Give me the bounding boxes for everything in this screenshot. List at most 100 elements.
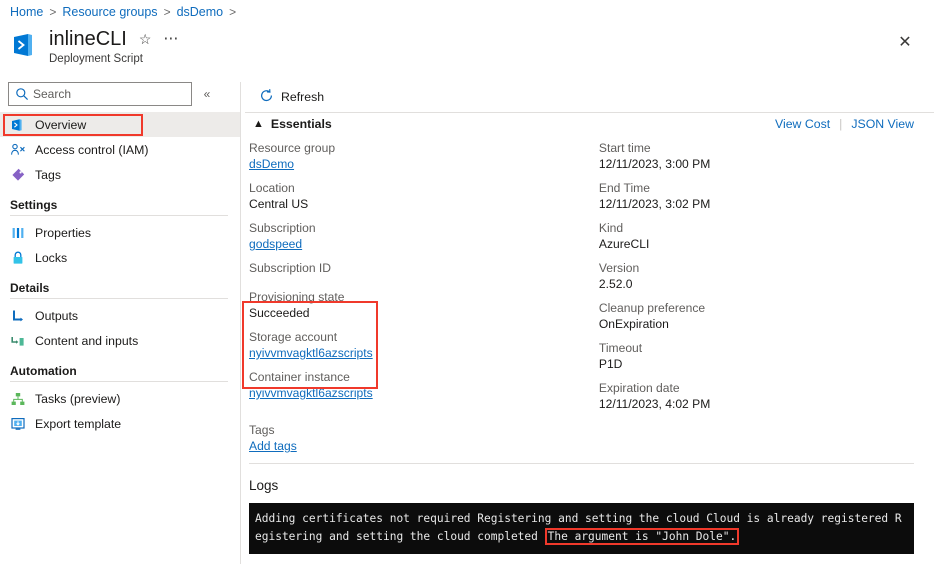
sidebar-item-label: Overview: [35, 117, 87, 132]
field-value: godspeed: [249, 236, 599, 252]
resource-group-link[interactable]: dsDemo: [249, 157, 294, 171]
essentials-right-column: Start time 12/11/2023, 3:00 PM End Time …: [599, 141, 934, 421]
sidebar-item-overview[interactable]: Overview: [0, 112, 240, 137]
star-outline-icon[interactable]: ☆: [139, 29, 152, 49]
essentials-toggle[interactable]: ▲ Essentials: [253, 117, 332, 131]
refresh-button[interactable]: Refresh: [253, 85, 330, 109]
resource-type-subtitle: Deployment Script: [49, 53, 143, 65]
tags-label: Tags: [249, 423, 275, 437]
field-storage-account: Storage account nyivvmvagktl6azscripts: [249, 330, 599, 361]
sidebar-group-divider: [10, 298, 228, 299]
field-end-time: End Time 12/11/2023, 3:02 PM: [599, 181, 934, 212]
breadcrumb: Home > Resource groups > dsDemo >: [10, 5, 236, 19]
add-tags-link[interactable]: Add tags: [249, 439, 297, 453]
tags-value: Add tags: [249, 438, 934, 454]
field-subscription: Subscription godspeed: [249, 221, 599, 252]
sidebar-item-tasks[interactable]: Tasks (preview): [0, 386, 240, 411]
field-start-time: Start time 12/11/2023, 3:00 PM: [599, 141, 934, 172]
field-resource-group: Resource group dsDemo: [249, 141, 599, 172]
field-label: Location: [249, 181, 295, 195]
container-instance-link[interactable]: nyivvmvagktl6azscripts: [249, 386, 373, 400]
field-value: P1D: [598, 357, 623, 371]
essentials-links: View Cost | JSON View: [775, 117, 914, 131]
log-highlighted-text: The argument is "John Dole".: [544, 528, 740, 545]
field-label: Kind: [598, 221, 624, 235]
people-icon: [10, 142, 26, 158]
field-value: Central US: [249, 197, 309, 211]
field-value: OnExpiration: [598, 317, 669, 331]
field-cleanup-preference: Cleanup preference OnExpiration: [599, 301, 934, 332]
field-label: Container instance: [249, 370, 350, 384]
chevron-up-icon: ▲: [253, 118, 264, 130]
sidebar-item-locks[interactable]: Locks: [0, 245, 240, 270]
sidebar-nav-list: Overview Access control (IAM) Tags Setti…: [0, 112, 240, 436]
refresh-label: Refresh: [281, 90, 325, 104]
field-value: 12/11/2023, 3:00 PM: [598, 157, 711, 171]
sidebar-item-tags[interactable]: Tags: [0, 162, 240, 187]
sidebar: « Overview: [0, 82, 240, 564]
field-container-instance: Container instance nyivvmvagktl6azscript…: [249, 370, 599, 401]
ellipsis-icon[interactable]: ⋯: [163, 31, 179, 46]
essentials-label: Essentials: [270, 117, 332, 131]
resource-header: inlineCLI ☆ ⋯ Deployment Script: [10, 28, 179, 65]
field-kind: Kind AzureCLI: [599, 221, 934, 252]
tags-block: Tags Add tags: [241, 421, 934, 454]
breadcrumb-separator: >: [163, 5, 171, 19]
logs-title: Logs: [249, 478, 279, 493]
field-label: Storage account: [249, 330, 338, 344]
essentials-left-column: Resource group dsDemo Location Central U…: [249, 141, 599, 421]
sidebar-group-divider: [10, 381, 228, 382]
close-icon[interactable]: ✕: [896, 34, 914, 52]
chevron-double-left-icon[interactable]: «: [198, 84, 216, 104]
sidebar-item-label: Tags: [35, 167, 61, 182]
sidebar-item-export-template[interactable]: Export template: [0, 411, 240, 436]
field-value: nyivvmvagktl6azscripts: [249, 385, 599, 401]
sidebar-item-outputs[interactable]: Outputs: [0, 303, 240, 328]
breadcrumb-item-resource-groups[interactable]: Resource groups: [62, 5, 157, 19]
breadcrumb-item-home[interactable]: Home: [10, 5, 43, 19]
storage-account-link[interactable]: nyivvmvagktl6azscripts: [249, 346, 373, 360]
view-cost-link[interactable]: View Cost: [775, 117, 830, 131]
sidebar-item-content-and-inputs[interactable]: Content and inputs: [0, 328, 240, 353]
field-label: Provisioning state: [249, 290, 345, 304]
breadcrumb-separator: >: [229, 5, 237, 19]
lock-icon: [10, 250, 26, 266]
deployment-script-icon: [10, 117, 26, 133]
field-location: Location Central US: [249, 181, 599, 212]
tag-icon: [10, 167, 26, 183]
sidebar-item-properties[interactable]: Properties: [0, 220, 240, 245]
field-label: Timeout: [598, 341, 643, 355]
field-provisioning-state: Provisioning state Succeeded: [249, 290, 599, 321]
title-texts: inlineCLI ☆ ⋯ Deployment Script: [49, 28, 179, 65]
essentials-grid: Resource group dsDemo Location Central U…: [241, 135, 934, 421]
field-version: Version 2.52.0: [599, 261, 934, 292]
refresh-icon: [259, 88, 274, 106]
field-value: 12/11/2023, 3:02 PM: [598, 197, 711, 211]
sidebar-group-settings-title: Settings: [10, 198, 58, 212]
sidebar-item-label: Content and inputs: [35, 333, 139, 348]
search-input[interactable]: [9, 86, 191, 102]
field-value: 12/11/2023, 4:02 PM: [598, 397, 711, 411]
properties-icon: [10, 225, 26, 241]
field-label: Subscription ID: [249, 261, 332, 275]
breadcrumb-separator: >: [49, 5, 57, 19]
page-title: inlineCLI: [49, 28, 127, 50]
azure-portal-blade: Home > Resource groups > dsDemo > inline…: [0, 0, 934, 564]
subscription-link[interactable]: godspeed: [249, 237, 302, 251]
main-content: Refresh ▲ Essentials View Cost | JSON Vi…: [241, 82, 934, 564]
command-bar: Refresh: [241, 82, 934, 112]
content-inputs-icon: [10, 333, 26, 349]
breadcrumb-item-dsdemo[interactable]: dsDemo: [177, 5, 224, 19]
field-subscription-id: Subscription ID: [249, 261, 599, 276]
search-box[interactable]: [8, 82, 192, 106]
field-label: Version: [598, 261, 640, 275]
json-view-link[interactable]: JSON View: [851, 117, 914, 131]
sidebar-item-access-control[interactable]: Access control (IAM): [0, 137, 240, 162]
field-value: Succeeded: [249, 306, 310, 320]
sidebar-item-label: Outputs: [35, 308, 79, 323]
tasks-icon: [10, 391, 26, 407]
sidebar-item-label: Locks: [35, 250, 68, 265]
field-label: Start time: [598, 141, 651, 155]
sidebar-item-label: Export template: [35, 416, 122, 431]
sidebar-item-label: Tasks (preview): [35, 391, 121, 406]
